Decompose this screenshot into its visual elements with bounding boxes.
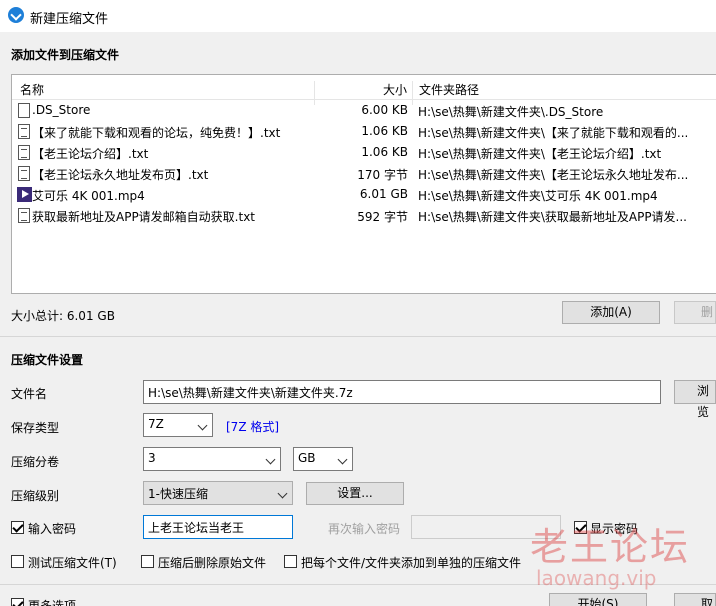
start-button[interactable]: 开始(S) [549, 593, 647, 606]
file-rows: .DS_Store 6.00 KB H:\se\热舞\新建文件夹\.DS_Sto… [12, 100, 716, 226]
file-name: 艾可乐 4K 001.mp4 [32, 189, 145, 203]
file-size: 592 字节 [357, 210, 408, 224]
save-type-label: 保存类型 [11, 421, 60, 435]
separate-archives-label[interactable]: 把每个文件/文件夹添加到单独的压缩文件 [301, 554, 521, 571]
document-lines-icon [18, 166, 30, 181]
document-lines-icon [18, 124, 30, 139]
file-size: 1.06 KB [361, 145, 408, 159]
file-name: 【老王论坛介绍】.txt [32, 147, 149, 161]
compression-level-label: 压缩级别 [11, 489, 60, 503]
file-size: 6.01 GB [359, 187, 408, 201]
compression-level-value: 1-快速压缩 [148, 487, 208, 501]
delete-after-label[interactable]: 压缩后删除原始文件 [158, 554, 266, 571]
split-unit-select[interactable]: GB [293, 447, 353, 471]
settings-button[interactable]: 设置... [306, 482, 404, 505]
file-name: 【老王论坛永久地址发布页】.txt [32, 168, 209, 182]
table-row[interactable]: 艾可乐 4K 001.mp4 6.01 GB H:\se\热舞\新建文件夹\艾可… [12, 184, 716, 205]
file-name: 获取最新地址及APP请发邮箱自动获取.txt [32, 210, 256, 224]
file-size: 6.00 KB [361, 103, 408, 117]
file-path: H:\se\热舞\新建文件夹\【老王论坛介绍】.txt [418, 147, 662, 161]
test-archive-checkbox[interactable] [11, 555, 24, 568]
window-title: 新建压缩文件 [30, 12, 109, 27]
cancel-button[interactable]: 取 [674, 593, 716, 606]
chevron-down-icon [277, 488, 288, 499]
file-list[interactable]: 名称 大小 文件夹路径 .DS_Store 6.00 KB H:\se\热舞\新… [11, 74, 716, 294]
document-lines-icon [18, 145, 30, 160]
file-name: 【来了就能下载和观看的论坛，纯免费！】.txt [32, 126, 281, 140]
split-volume-combo[interactable]: 3 [143, 447, 281, 471]
file-name: .DS_Store [32, 103, 91, 117]
filename-label: 文件名 [11, 387, 48, 401]
table-row[interactable]: .DS_Store 6.00 KB H:\se\热舞\新建文件夹\.DS_Sto… [12, 100, 716, 121]
more-options-label[interactable]: 更多选项 [28, 597, 76, 606]
filename-input[interactable]: H:\se\热舞\新建文件夹\新建文件夹.7z [143, 380, 661, 404]
save-type-value: 7Z [148, 417, 164, 431]
table-row[interactable]: 【老王论坛永久地址发布页】.txt 170 字节 H:\se\热舞\新建文件夹\… [12, 163, 716, 184]
divider [0, 336, 716, 337]
watermark-text: 老王论坛 [530, 525, 691, 569]
total-size-label: 大小总计: 6.01 GB [11, 309, 115, 323]
add-button[interactable]: 添加(A) [562, 301, 660, 324]
column-header-size[interactable]: 大小 [383, 81, 407, 98]
column-header-name[interactable]: 名称 [20, 81, 44, 98]
split-volume-label: 压缩分卷 [11, 455, 60, 469]
table-row[interactable]: 【老王论坛介绍】.txt 1.06 KB H:\se\热舞\新建文件夹\【老王论… [12, 142, 716, 163]
table-row[interactable]: 获取最新地址及APP请发邮箱自动获取.txt 592 字节 H:\se\热舞\新… [12, 205, 716, 226]
title-bar: 新建压缩文件 [0, 0, 716, 32]
format-link[interactable]: [7Z 格式] [226, 418, 279, 435]
document-icon [18, 103, 30, 118]
split-unit-value: GB [298, 451, 316, 465]
separate-archives-checkbox[interactable] [284, 555, 297, 568]
password-checkbox[interactable] [11, 521, 24, 534]
table-row[interactable]: 【来了就能下载和观看的论坛，纯免费！】.txt 1.06 KB H:\se\热舞… [12, 121, 716, 142]
delete-button[interactable]: 删 [674, 301, 716, 324]
settings-section-title: 压缩文件设置 [11, 353, 84, 367]
add-section-title: 添加文件到压缩文件 [11, 48, 120, 62]
chevron-down-icon [265, 454, 276, 465]
file-path: H:\se\热舞\新建文件夹\【来了就能下载和观看的... [418, 126, 689, 140]
video-icon [17, 187, 32, 202]
repeat-password-label: 再次输入密码 [328, 522, 401, 536]
chevron-down-icon [337, 454, 348, 465]
file-size: 1.06 KB [361, 124, 408, 138]
chevron-down-icon [197, 420, 208, 431]
delete-after-checkbox[interactable] [141, 555, 154, 568]
password-label[interactable]: 输入密码 [28, 520, 76, 537]
document-lines-icon [18, 208, 30, 223]
more-options-checkbox[interactable] [11, 598, 24, 606]
column-header-path[interactable]: 文件夹路径 [419, 81, 479, 98]
compression-level-select[interactable]: 1-快速压缩 [143, 481, 293, 505]
file-path: H:\se\热舞\新建文件夹\获取最新地址及APP请发... [418, 210, 687, 224]
split-volume-value: 3 [148, 451, 156, 465]
file-path: H:\se\热舞\新建文件夹\.DS_Store [418, 105, 604, 119]
browse-button[interactable]: 浏览 [674, 380, 716, 419]
watermark-url: laowang.vip [536, 566, 657, 590]
file-list-header: 名称 大小 文件夹路径 [12, 75, 716, 105]
file-path: H:\se\热舞\新建文件夹\【老王论坛永久地址发布... [418, 168, 689, 182]
file-size: 170 字节 [357, 168, 408, 182]
save-type-select[interactable]: 7Z [143, 413, 213, 437]
app-logo-icon [8, 7, 24, 23]
test-archive-label[interactable]: 测试压缩文件(T) [28, 554, 117, 571]
file-path: H:\se\热舞\新建文件夹\艾可乐 4K 001.mp4 [418, 189, 658, 203]
password-input[interactable]: 上老王论坛当老王 [143, 515, 293, 539]
